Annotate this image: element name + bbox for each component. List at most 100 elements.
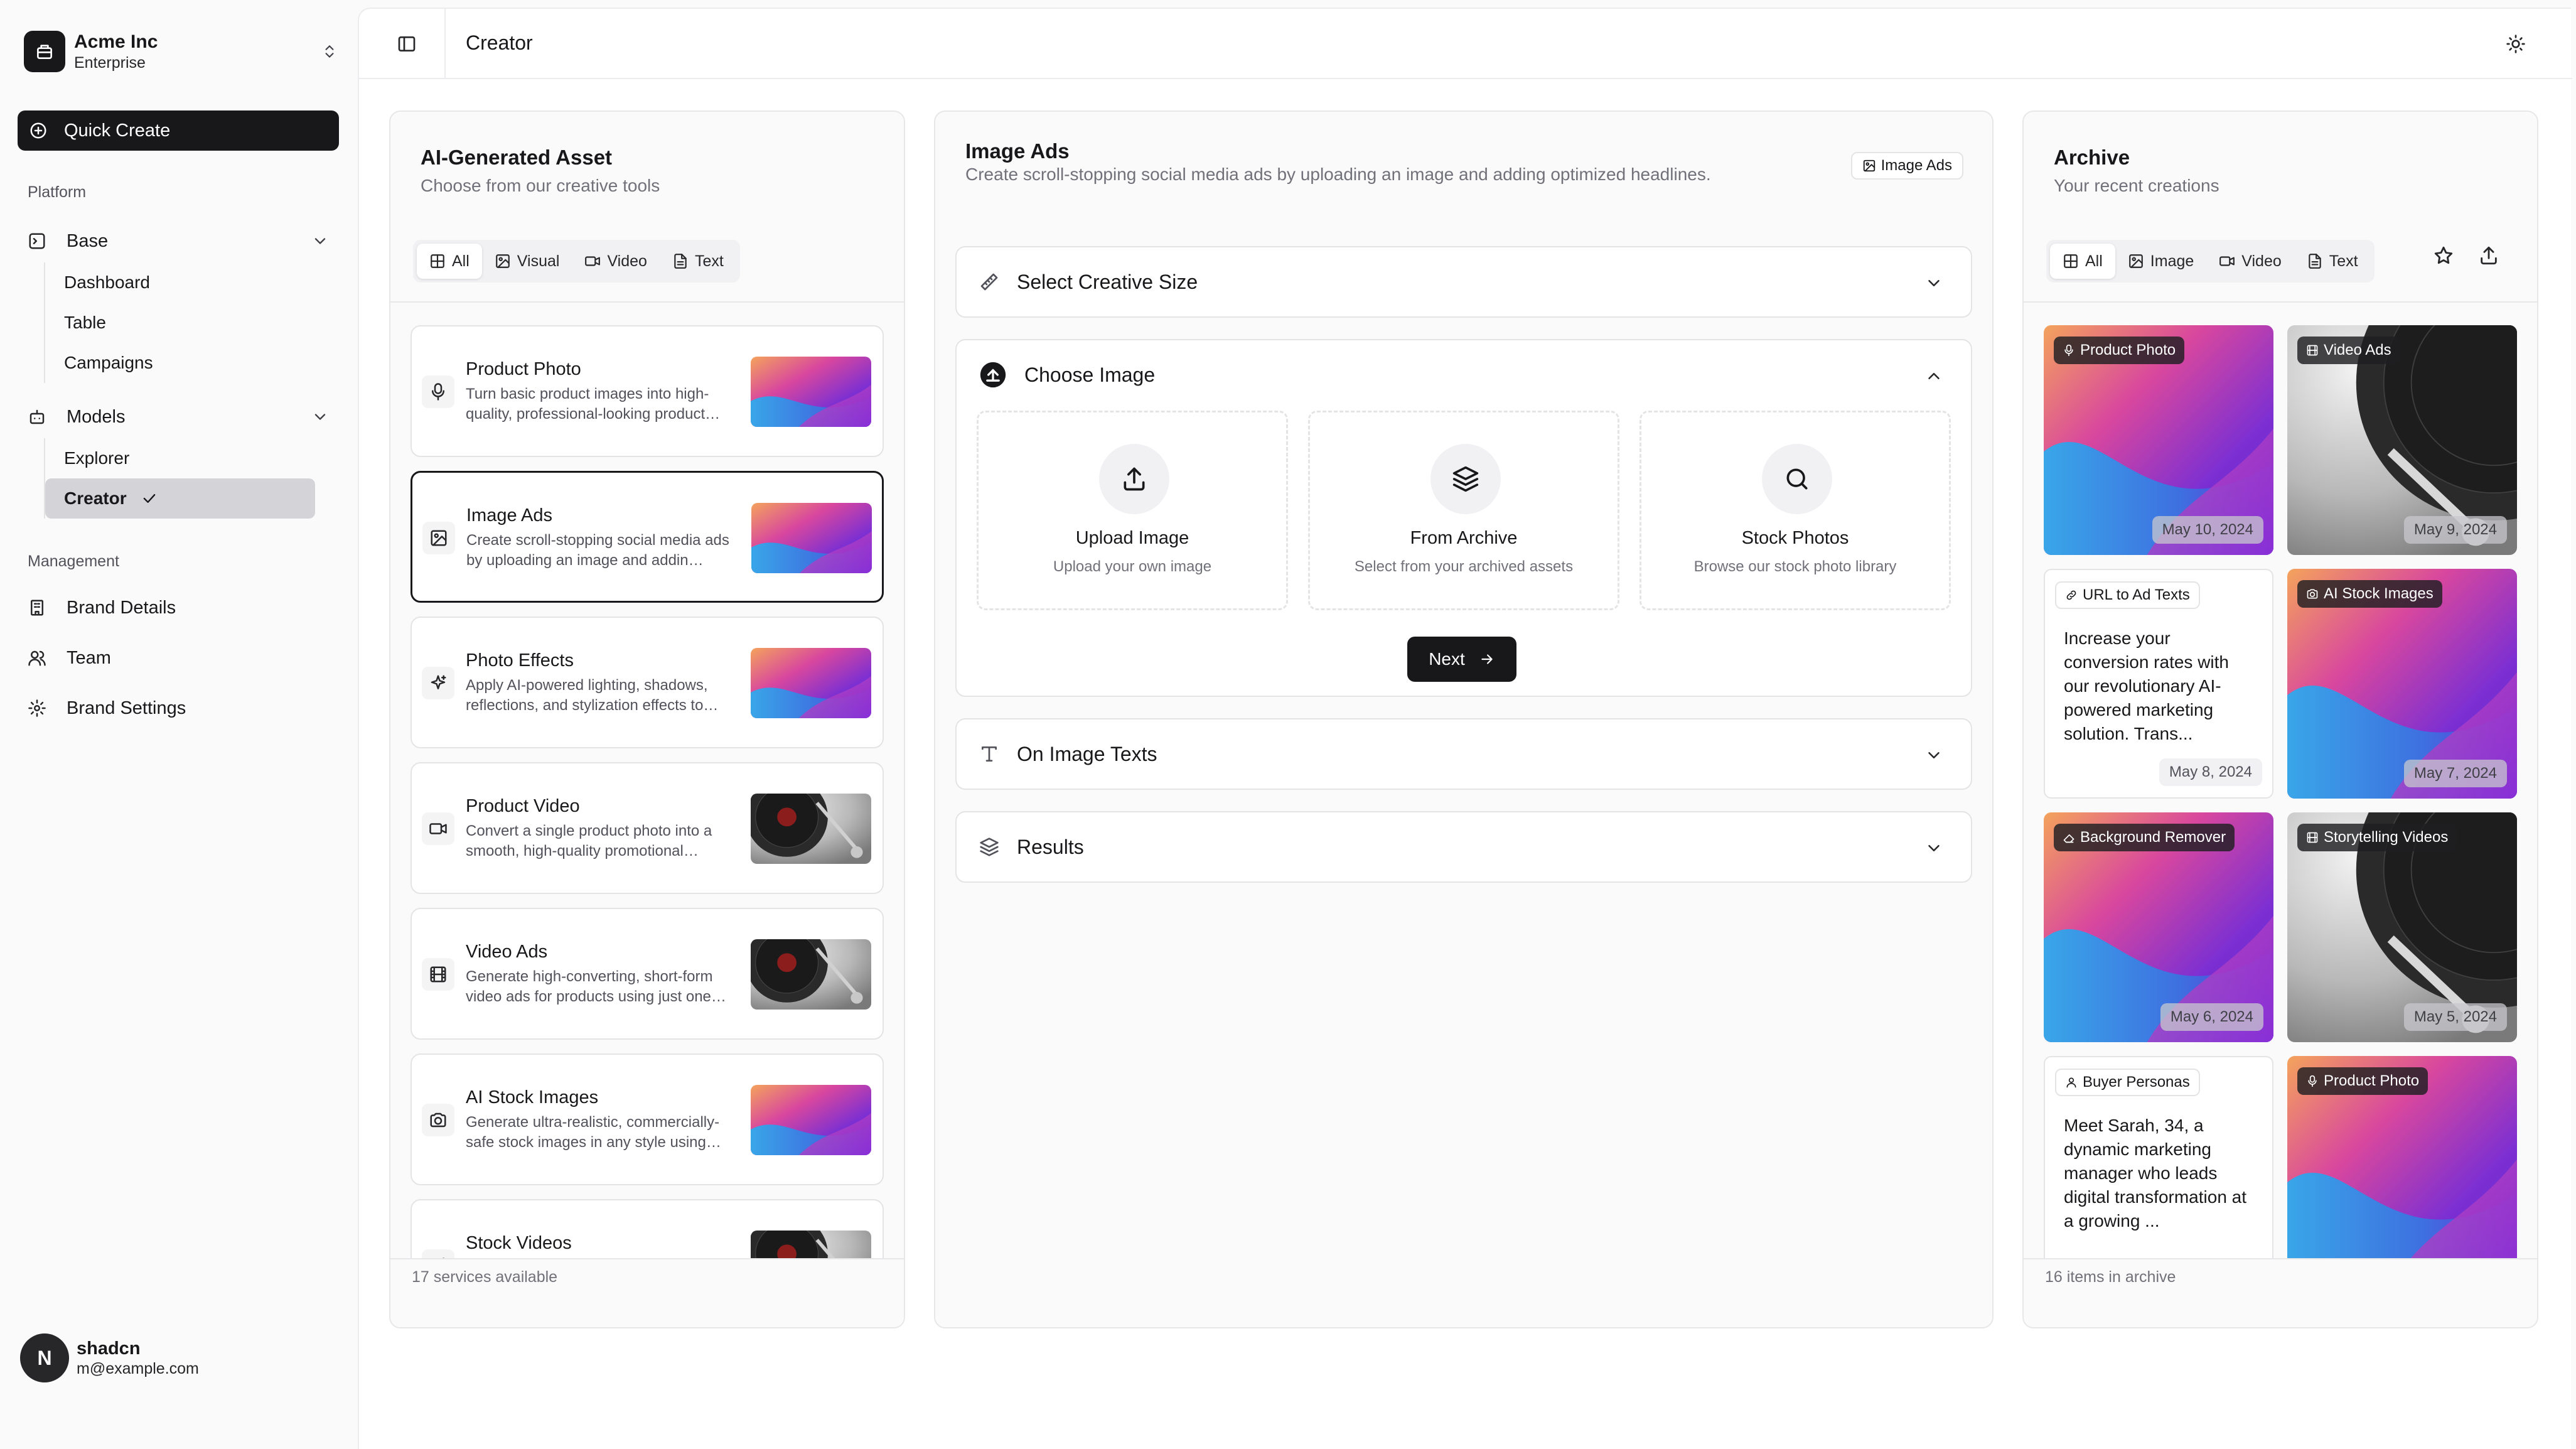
archive-tag-label: Buyer Personas bbox=[2083, 1074, 2190, 1091]
page-title: Creator bbox=[466, 31, 533, 54]
archive-tab-text[interactable]: Text bbox=[2294, 244, 2371, 279]
archive-date: May 6, 2024 bbox=[2160, 1003, 2263, 1031]
nav-models[interactable]: Models bbox=[28, 401, 329, 433]
archive-tag-label: URL to Ad Texts bbox=[2083, 586, 2190, 603]
archive-card-text[interactable]: URL to Ad Texts Increase your conversion… bbox=[2044, 569, 2273, 799]
archive-tag-label: Product Photo bbox=[2324, 1072, 2420, 1089]
results-header[interactable]: Results bbox=[957, 812, 1971, 881]
archive-tab-video[interactable]: Video bbox=[2206, 244, 2294, 279]
archive-tag-label: Product Photo bbox=[2080, 342, 2176, 358]
archive-date: May 7, 2024 bbox=[2403, 760, 2507, 787]
sparkles-icon bbox=[422, 667, 454, 699]
service-desc: Generate high-converting, short-form vid… bbox=[466, 968, 726, 1005]
eraser-icon bbox=[2063, 831, 2080, 844]
next-label: Next bbox=[1429, 649, 1465, 669]
chevron-down-icon bbox=[1924, 746, 1943, 765]
tab-text[interactable]: Text bbox=[660, 244, 736, 279]
archive-tab-all[interactable]: All bbox=[2050, 244, 2115, 279]
service-card[interactable]: AI Stock Images Generate ultra-realistic… bbox=[411, 1053, 884, 1185]
stock-photos-option[interactable]: Stock Photos Browse our stock photo libr… bbox=[1640, 411, 1951, 610]
service-thumbnail bbox=[751, 503, 872, 573]
archive-card-body: Meet Sarah, 34, a dynamic marketing mana… bbox=[2064, 1116, 2247, 1231]
archive-tag: Storytelling Videos bbox=[2297, 824, 2457, 851]
nav-explorer[interactable]: Explorer bbox=[45, 438, 314, 478]
service-card[interactable]: Product Video Convert a single product p… bbox=[411, 762, 884, 894]
nav-models-label: Models bbox=[67, 406, 126, 427]
image-ads-badge-label: Image Ads bbox=[1881, 157, 1952, 174]
nav-base[interactable]: Base bbox=[28, 225, 329, 257]
creative-size-header[interactable]: Select Creative Size bbox=[957, 247, 1971, 316]
archive-count: 16 items in archive bbox=[2024, 1258, 2537, 1327]
video-icon bbox=[422, 812, 454, 845]
video-icon bbox=[584, 253, 607, 269]
sidebar-toggle-icon[interactable] bbox=[397, 34, 417, 54]
tab-video[interactable]: Video bbox=[572, 244, 660, 279]
tab-visual[interactable]: Visual bbox=[482, 244, 572, 279]
archive-card-body: Increase your conversion rates with our … bbox=[2064, 628, 2230, 743]
archive-card[interactable]: Background Remover May 6, 2024 bbox=[2044, 812, 2273, 1042]
archive-card[interactable]: AI Stock Images May 7, 2024 bbox=[2287, 569, 2517, 799]
archive-tag: Background Remover bbox=[2054, 824, 2235, 851]
user-menu[interactable]: N shadcn m@example.com bbox=[20, 1333, 199, 1382]
upload-image-option[interactable]: Upload Image Upload your own image bbox=[977, 411, 1288, 610]
archive-panel: Archive Your recent creations All Image … bbox=[2022, 110, 2538, 1328]
nav-table[interactable]: Table bbox=[45, 303, 314, 343]
clapperboard-icon bbox=[422, 1249, 454, 1258]
user-email: m@example.com bbox=[77, 1360, 199, 1377]
archive-title: Archive bbox=[2054, 146, 2130, 169]
quick-create-button[interactable]: Quick Create bbox=[18, 110, 339, 151]
archive-tab-image[interactable]: Image bbox=[2115, 244, 2206, 279]
archive-tab-all-label: All bbox=[2085, 252, 2103, 270]
service-thumbnail bbox=[751, 939, 871, 1010]
service-title: AI Stock Images bbox=[466, 1087, 599, 1107]
nav-brand-settings[interactable]: Brand Settings bbox=[28, 692, 329, 724]
upload-image-title: Upload Image bbox=[1075, 528, 1189, 548]
chevrons-up-down-icon[interactable] bbox=[321, 42, 338, 61]
share-icon[interactable] bbox=[2478, 245, 2499, 266]
nav-campaigns[interactable]: Campaigns bbox=[45, 343, 314, 383]
service-thumbnail bbox=[751, 794, 871, 864]
archive-grid: Product Photo May 10, 2024 Video Ads May… bbox=[2044, 325, 2527, 1258]
file-text-icon bbox=[672, 253, 695, 269]
choose-image-label: Choose Image bbox=[1024, 363, 1156, 386]
next-button[interactable]: Next bbox=[1407, 637, 1516, 682]
from-archive-option[interactable]: From Archive Select from your archived a… bbox=[1308, 411, 1619, 610]
service-card-selected[interactable]: Image Ads Create scroll-stopping social … bbox=[411, 471, 884, 603]
video-icon bbox=[2219, 253, 2241, 269]
bot-icon bbox=[28, 407, 48, 426]
mic-icon bbox=[2306, 1075, 2324, 1087]
archive-card[interactable]: Product Photo May 10, 2024 bbox=[2044, 325, 2273, 555]
services-count: 17 services available bbox=[390, 1258, 904, 1327]
star-icon[interactable] bbox=[2433, 245, 2454, 266]
service-card[interactable]: Photo Effects Apply AI-powered lighting,… bbox=[411, 617, 884, 748]
layers-icon bbox=[1430, 444, 1501, 514]
film-icon bbox=[2306, 831, 2324, 844]
tab-all-label: All bbox=[452, 252, 470, 270]
nav-creator[interactable]: Creator bbox=[45, 478, 315, 519]
service-title: Stock Videos bbox=[466, 1233, 572, 1253]
divider bbox=[390, 301, 904, 303]
on-image-texts-header[interactable]: On Image Texts bbox=[957, 719, 1971, 789]
service-card[interactable]: Product Photo Turn basic product images … bbox=[411, 325, 884, 457]
archive-card[interactable]: Product Photo bbox=[2287, 1056, 2517, 1258]
archive-card-text[interactable]: Buyer Personas Meet Sarah, 34, a dynamic… bbox=[2044, 1056, 2273, 1258]
team-switcher[interactable]: Acme Inc Enterprise bbox=[24, 28, 338, 75]
film-icon bbox=[2306, 344, 2324, 357]
nav-brand-details[interactable]: Brand Details bbox=[28, 591, 329, 624]
service-desc: Turn basic product images into high-qual… bbox=[466, 385, 721, 423]
service-desc: Apply AI-powered lighting, shadows, refl… bbox=[466, 677, 719, 714]
archive-card[interactable]: Storytelling Videos May 5, 2024 bbox=[2287, 812, 2517, 1042]
tab-text-label: Text bbox=[694, 252, 724, 270]
image-icon bbox=[422, 522, 455, 554]
archive-date: May 5, 2024 bbox=[2403, 1003, 2507, 1031]
tab-all[interactable]: All bbox=[417, 244, 482, 279]
archive-tag: Video Ads bbox=[2297, 337, 2400, 364]
service-card[interactable]: Stock Videos bbox=[411, 1199, 884, 1258]
choose-image-header[interactable]: Choose Image bbox=[957, 340, 1971, 409]
nav-dashboard[interactable]: Dashboard bbox=[45, 262, 314, 303]
sun-icon[interactable] bbox=[2506, 34, 2526, 54]
team-plan: Enterprise bbox=[74, 54, 146, 72]
nav-team[interactable]: Team bbox=[28, 642, 329, 674]
service-card[interactable]: Video Ads Generate high-converting, shor… bbox=[411, 908, 884, 1040]
archive-card[interactable]: Video Ads May 9, 2024 bbox=[2287, 325, 2517, 555]
